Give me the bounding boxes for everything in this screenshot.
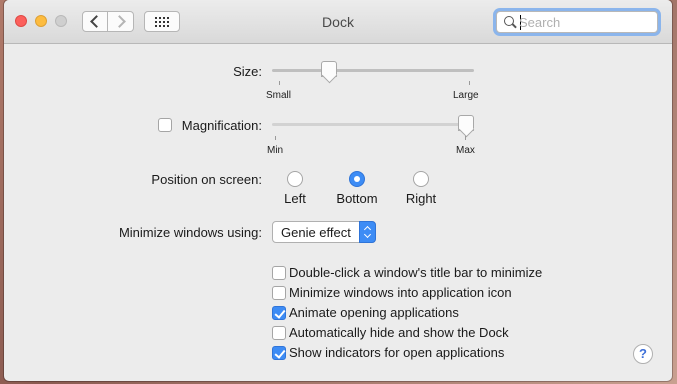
magnification-min-tick xyxy=(275,136,276,140)
magnification-min-label: Min xyxy=(267,145,284,156)
animate-opening-label: Animate opening applications xyxy=(289,305,459,320)
show-indicators-label: Show indicators for open applications xyxy=(289,345,505,360)
magnification-checkbox[interactable] xyxy=(158,118,172,132)
auto-hide-dock-label: Automatically hide and show the Dock xyxy=(289,325,509,340)
minimize-effect-value: Genie effect xyxy=(281,225,351,240)
position-left-radio[interactable] xyxy=(287,171,303,187)
position-right-label: Right xyxy=(405,191,437,206)
minimize-into-icon-label: Minimize windows into application icon xyxy=(289,285,512,300)
auto-hide-dock-checkbox[interactable] xyxy=(272,326,286,340)
popup-arrows-icon xyxy=(359,221,376,243)
animate-opening-checkbox[interactable] xyxy=(272,306,286,320)
magnification-slider-thumb[interactable] xyxy=(458,115,474,131)
double-click-minimize-label: Double-click a window's title bar to min… xyxy=(289,265,543,280)
magnification-max-tick xyxy=(465,136,466,140)
show-indicators-checkbox[interactable] xyxy=(272,346,286,360)
position-right-radio[interactable] xyxy=(413,171,429,187)
size-label: Size: xyxy=(233,64,262,79)
title-bar: Dock xyxy=(4,0,672,44)
size-slider-thumb[interactable] xyxy=(321,61,338,77)
minimize-effect-label: Minimize windows using: xyxy=(118,225,262,240)
minimize-into-icon-checkbox[interactable] xyxy=(272,286,286,300)
size-max-tick xyxy=(469,81,470,85)
double-click-minimize-checkbox[interactable] xyxy=(272,266,286,280)
position-bottom-label: Bottom xyxy=(336,191,378,206)
magnification-max-label: Max xyxy=(456,145,475,156)
magnification-label: Magnification: xyxy=(181,118,262,133)
search-field[interactable] xyxy=(496,11,658,33)
size-max-label: Large xyxy=(453,90,479,101)
size-min-tick xyxy=(279,81,280,85)
position-bottom-radio[interactable] xyxy=(349,171,365,187)
size-slider-track[interactable] xyxy=(272,69,474,72)
search-icon xyxy=(504,16,514,26)
help-button[interactable]: ? xyxy=(633,344,653,364)
position-label: Position on screen: xyxy=(151,172,262,187)
size-min-label: Small xyxy=(266,90,292,101)
magnification-slider-track[interactable] xyxy=(272,123,474,126)
search-input[interactable] xyxy=(519,14,649,30)
dock-preferences-window: Dock Size: Small Large Magnification: Mi… xyxy=(4,0,672,381)
position-left-label: Left xyxy=(284,191,306,206)
minimize-effect-popup[interactable]: Genie effect xyxy=(272,221,376,243)
